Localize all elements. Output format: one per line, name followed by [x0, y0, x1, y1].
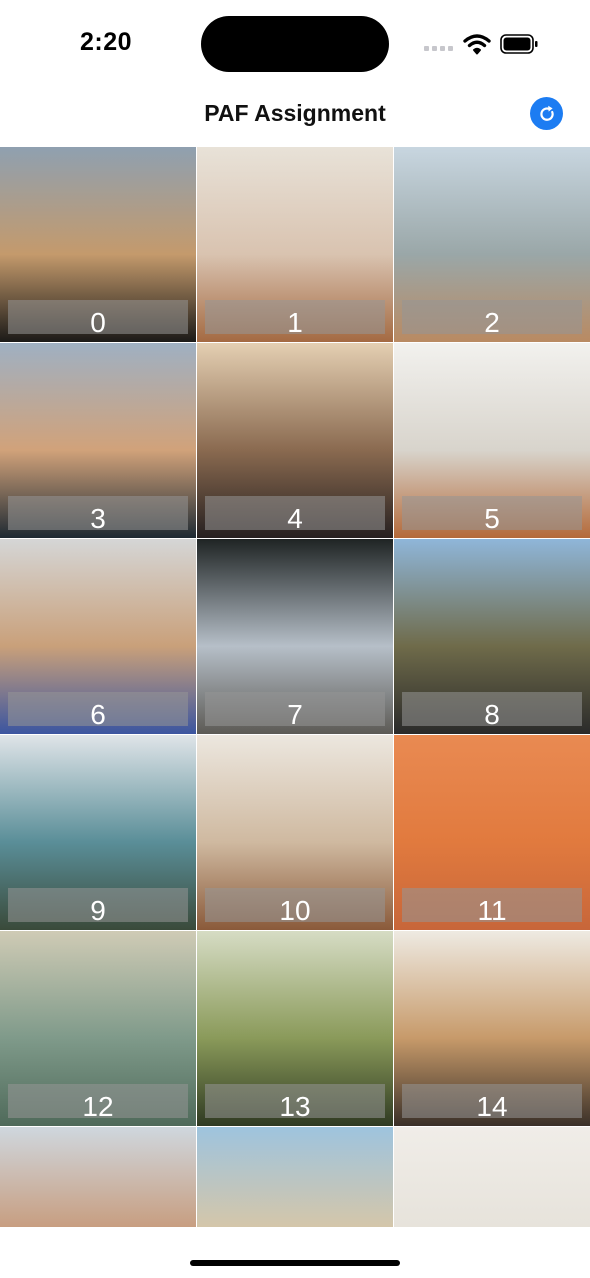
- photo-cell[interactable]: 11: [394, 735, 590, 930]
- photo-cell[interactable]: 4: [197, 343, 393, 538]
- photo-index-label: 5: [484, 503, 500, 534]
- photo-index-label: 2: [484, 307, 500, 338]
- photo-cell[interactable]: 7: [197, 539, 393, 734]
- photo-grid: 0 1 2 3 4 5 6 7 8 9 10 11 12 13 14: [0, 147, 590, 1227]
- photo-index-label: 1: [287, 307, 303, 338]
- status-bar: 2:20: [0, 0, 590, 88]
- photo-cell[interactable]: 3: [0, 343, 196, 538]
- dynamic-island: [201, 16, 389, 72]
- photo-index-label: 13: [279, 1091, 311, 1122]
- photo-cell[interactable]: 10: [197, 735, 393, 930]
- photo-cell[interactable]: 0: [0, 147, 196, 342]
- home-area: [0, 1228, 590, 1278]
- photo-cell[interactable]: 5: [394, 343, 590, 538]
- photo-cell[interactable]: 2: [394, 147, 590, 342]
- photo-cell[interactable]: [197, 1127, 393, 1227]
- photo-index-label: 0: [90, 307, 106, 338]
- photo-index-label: 4: [287, 503, 303, 534]
- photo-index-label: 10: [279, 895, 311, 926]
- home-indicator[interactable]: [190, 1260, 400, 1266]
- photo-cell[interactable]: 14: [394, 931, 590, 1126]
- photo-cell[interactable]: 9: [0, 735, 196, 930]
- wifi-icon: [463, 33, 491, 55]
- refresh-button[interactable]: [530, 97, 563, 130]
- photo-cell[interactable]: 12: [0, 931, 196, 1126]
- photo-index-label: 7: [287, 699, 303, 730]
- photo-cell[interactable]: 6: [0, 539, 196, 734]
- photo-index-label: 12: [82, 1091, 114, 1122]
- photo-cell[interactable]: 8: [394, 539, 590, 734]
- refresh-icon: [539, 105, 554, 121]
- status-time: 2:20: [80, 28, 133, 56]
- photo-cell[interactable]: [394, 1127, 590, 1227]
- photo-cell[interactable]: 13: [197, 931, 393, 1126]
- photo-index-label: 9: [90, 895, 106, 926]
- cellular-signal-icon: [424, 46, 454, 52]
- photo-index-label: 14: [476, 1091, 508, 1122]
- photo-index-label: 3: [90, 503, 106, 534]
- photo-cell[interactable]: [0, 1127, 196, 1227]
- photo-index-label: 6: [90, 699, 106, 730]
- photo-index-label: 8: [484, 699, 500, 730]
- battery-icon: [500, 34, 538, 54]
- photo-index-label: 11: [477, 895, 507, 926]
- navigation-bar: PAF Assignment: [0, 88, 590, 146]
- photo-cell[interactable]: 1: [197, 147, 393, 342]
- page-title: PAF Assignment: [204, 100, 386, 126]
